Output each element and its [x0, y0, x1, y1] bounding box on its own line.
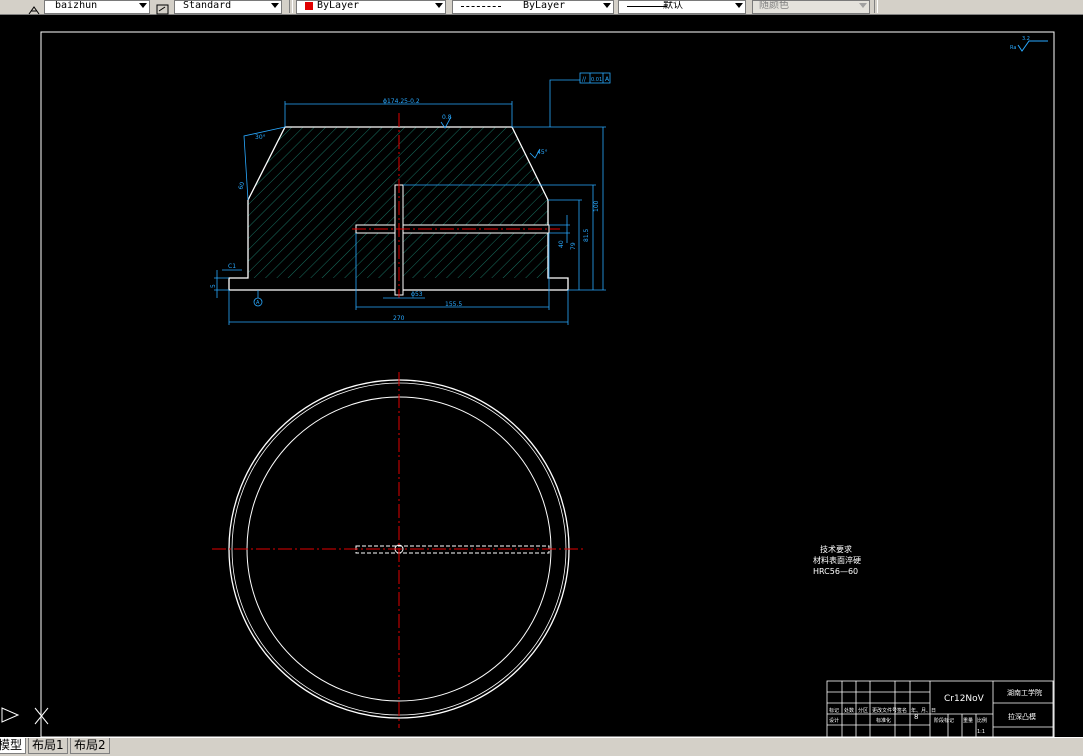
tb-sheet: 8	[914, 713, 918, 721]
tb-scale-value: 1:1	[977, 729, 985, 735]
corner-roughness-symbol: 3.2 Ra	[1010, 36, 1048, 52]
dim-top-width: ϕ174.25-0.2	[383, 98, 420, 105]
corner-roughness-prefix: Ra	[1010, 45, 1016, 51]
tb-part-name: 拉深凸模	[1008, 712, 1036, 721]
dim-height-mid: 79	[570, 242, 577, 250]
tb-design: 设计	[829, 717, 839, 724]
layout-tabs: 模型 布局1 布局2	[0, 737, 1083, 756]
fcf-datum: A	[605, 76, 610, 83]
plan-view	[212, 372, 586, 728]
dim-datum-label: A	[256, 300, 260, 306]
tech-title: 技术要求	[820, 544, 852, 554]
fcf-symbol: //	[582, 76, 587, 83]
tech-line2: HRC56—60	[813, 567, 858, 576]
dim-roughness-top: 0.8	[442, 114, 452, 121]
chevron-down-icon	[271, 3, 279, 8]
lineweight-value: 默认	[663, 0, 683, 11]
dim-total-width: 270	[393, 315, 405, 322]
tech-line1: 材料表面淬硬	[813, 555, 861, 565]
section-view	[228, 113, 569, 298]
dim-left-length: 60	[237, 181, 246, 191]
dim-chamfer-left: C1	[228, 263, 236, 270]
dim-style-icon[interactable]	[28, 0, 40, 15]
chevron-down-icon	[139, 3, 147, 8]
dim-height-slot: 40	[558, 240, 565, 248]
plotstyle-select: 随颜色	[752, 0, 870, 14]
tb-head-2: 分区	[858, 707, 868, 714]
linetype-sample	[461, 6, 501, 7]
dim-slot-len: 155.5	[445, 301, 462, 308]
text-style-select[interactable]: Standard	[174, 0, 282, 14]
dim-height-total: 100	[593, 200, 600, 212]
text-style-icon[interactable]	[156, 0, 169, 15]
lineweight-select[interactable]: 默认	[618, 0, 746, 14]
dim-style-value: baizhun	[55, 0, 98, 11]
dim-step: 5	[210, 284, 217, 288]
color-select[interactable]: ByLayer	[296, 0, 446, 14]
tb-weight: 重量	[963, 717, 973, 724]
fcf-value: 0.01	[591, 77, 602, 83]
dim-angle-chamfer: 45°	[537, 149, 548, 156]
drawing-canvas[interactable]: 3.2 Ra ϕ174.25-0.2 0.8 30° 45° ϕ53 155.5…	[0, 14, 1083, 739]
tab-layout2[interactable]: 布局2	[70, 738, 110, 754]
color-swatch	[305, 2, 313, 10]
tb-head-1: 处数	[844, 707, 854, 714]
tb-school: 湖南工学院	[1007, 688, 1042, 697]
toolbar-separator	[874, 0, 878, 13]
dim-angle-left: 30°	[255, 134, 266, 141]
technical-requirements: 技术要求 材料表面淬硬 HRC56—60	[813, 544, 861, 576]
chevron-down-icon	[859, 3, 867, 8]
text-style-value: Standard	[183, 0, 232, 11]
tb-head-0: 标记	[829, 707, 839, 714]
color-value: ByLayer	[317, 0, 360, 11]
plotstyle-value: 随颜色	[759, 0, 789, 11]
dim-style-select[interactable]: baizhun	[44, 0, 150, 14]
corner-roughness-text: 3.2	[1022, 36, 1030, 42]
tb-stage: 阶段标记	[934, 717, 954, 724]
linetype-select[interactable]: ByLayer	[452, 0, 614, 14]
tab-model[interactable]: 模型	[0, 738, 27, 754]
properties-toolbar: baizhun Standard ByLayer ByLayer 默认 随颜色	[0, 0, 1083, 15]
title-block-text: Cr12NoV 湖南工学院 拉深凸模 标记 处数 分区 更改文件号 签名 年、月…	[829, 688, 1042, 735]
dim-height-inner: 81.5	[583, 228, 590, 242]
dim-hole-dia: ϕ53	[411, 291, 423, 298]
chevron-down-icon	[603, 3, 611, 8]
tab-layout1[interactable]: 布局1	[28, 738, 68, 754]
tb-head-4: 签名	[897, 707, 907, 714]
chevron-down-icon	[435, 3, 443, 8]
tb-head-3: 更改文件号	[872, 707, 897, 714]
chevron-down-icon	[735, 3, 743, 8]
tb-standard: 标准化	[876, 717, 891, 724]
lineweight-sample	[627, 6, 667, 7]
linetype-value: ByLayer	[523, 0, 566, 11]
tb-material: Cr12NoV	[944, 694, 985, 704]
tb-scale: 比例	[977, 717, 987, 724]
toolbar-separator	[289, 0, 293, 13]
